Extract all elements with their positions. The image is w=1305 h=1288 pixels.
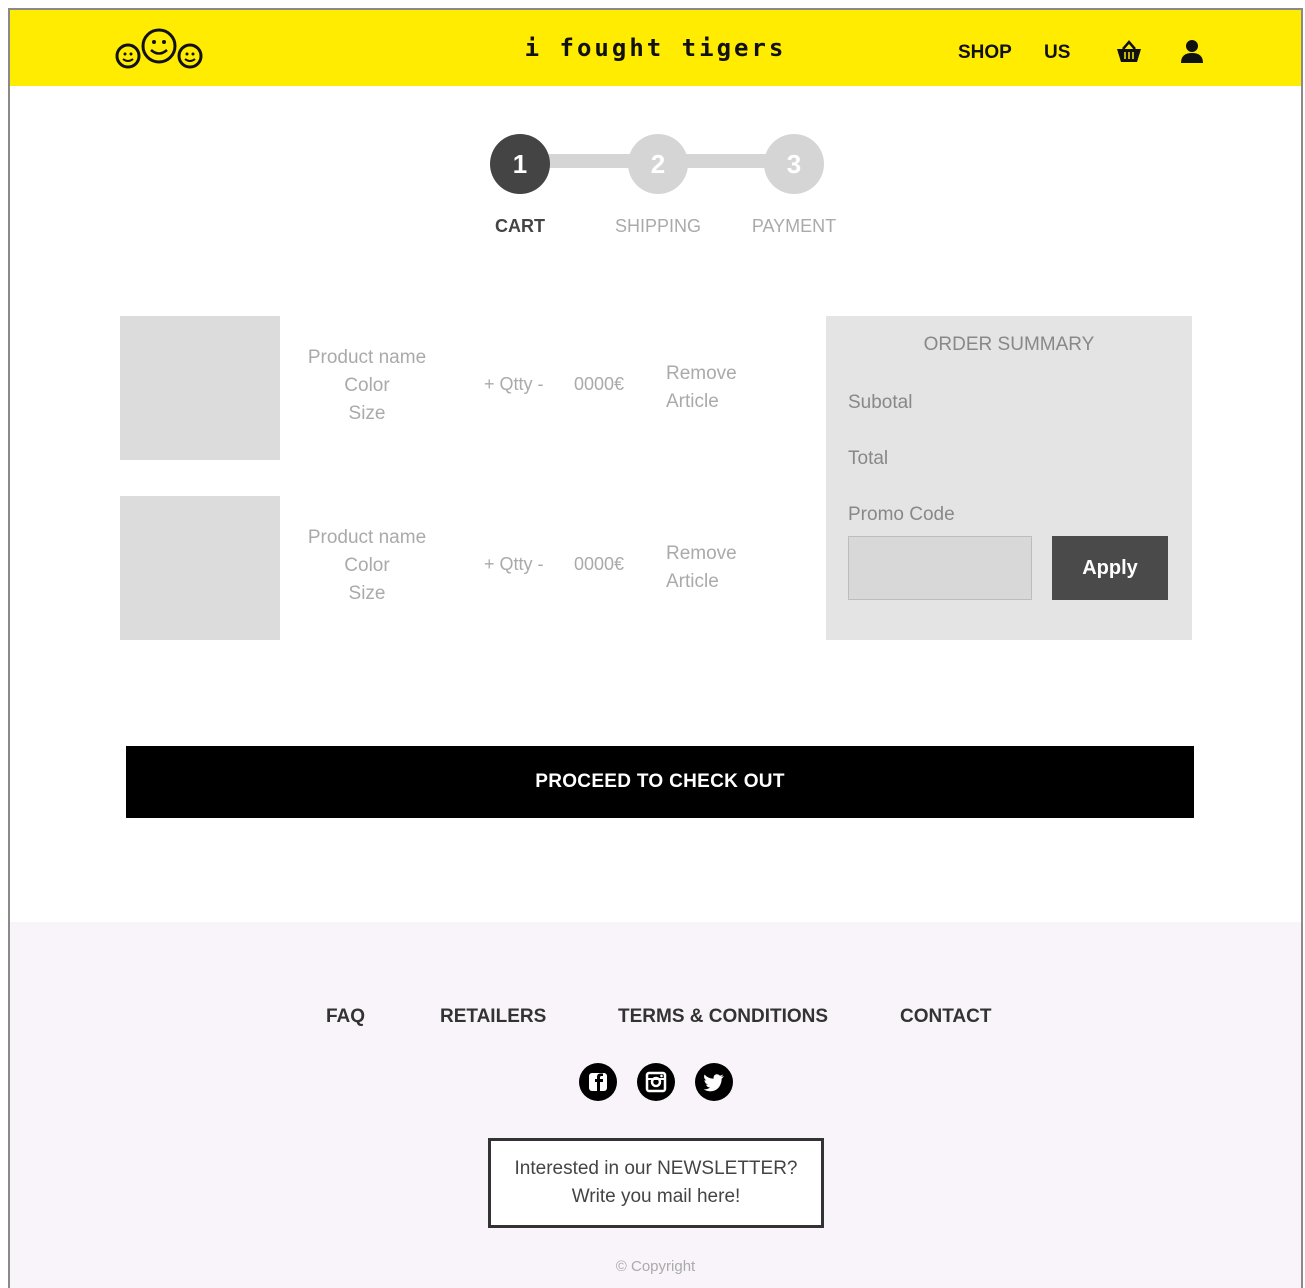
product-details: Product name Color Size	[292, 344, 442, 428]
nav-shop-link[interactable]: SHOP	[958, 42, 1012, 64]
product-size: Size	[348, 403, 386, 424]
footer-faq-link[interactable]: FAQ	[326, 1006, 365, 1028]
step-connector	[686, 154, 776, 168]
product-price: 0000€	[574, 374, 625, 394]
quantity-stepper[interactable]: + Qtty -	[484, 374, 544, 395]
step-3-circle[interactable]: 3	[764, 134, 824, 194]
cart-item: Product name Color Size + Qtty - 0000€ R…	[120, 496, 780, 640]
quantity-stepper[interactable]: + Qtty -	[484, 554, 544, 575]
promo-code-label: Promo Code	[848, 504, 955, 525]
instagram-icon[interactable]	[636, 1062, 676, 1102]
brand-name: i fought tigers	[524, 34, 787, 62]
newsletter-line2: Write you mail here!	[571, 1186, 741, 1207]
product-color: Color	[344, 555, 390, 576]
facebook-icon[interactable]	[578, 1062, 618, 1102]
product-image-placeholder	[120, 496, 280, 640]
remove-article-link[interactable]: Remove Article	[666, 540, 737, 596]
product-size: Size	[348, 583, 386, 604]
product-color: Color	[344, 375, 390, 396]
remove-article-link[interactable]: Remove Article	[666, 360, 737, 416]
footer-retailers-link[interactable]: RETAILERS	[440, 1006, 546, 1028]
step-1-label: CART	[495, 216, 545, 236]
product-name: Product name	[307, 527, 427, 548]
remove-label-line1: Remove	[666, 363, 737, 384]
footer-contact-link[interactable]: CONTACT	[900, 1006, 991, 1028]
product-details: Product name Color Size	[292, 524, 442, 608]
subtotal-label: Subotal	[848, 392, 913, 413]
promo-code-input[interactable]	[848, 536, 1032, 600]
product-price: 0000€	[574, 554, 625, 574]
proceed-to-checkout-button[interactable]: PROCEED TO CHECK OUT	[126, 746, 1194, 818]
step-3-label: PAYMENT	[751, 216, 837, 236]
total-label: Total	[848, 448, 889, 469]
page-frame: i fought tigers SHOP US 1 2 3 CART SHIPP…	[8, 8, 1303, 1288]
product-name: Product name	[307, 347, 427, 368]
newsletter-signup-box[interactable]: Interested in our NEWSLETTER? Write you …	[488, 1138, 824, 1228]
twitter-icon[interactable]	[694, 1062, 734, 1102]
remove-label-line1: Remove	[666, 543, 737, 564]
remove-label-line2: Article	[666, 391, 719, 412]
step-1-circle[interactable]: 1	[490, 134, 550, 194]
footer-terms-link[interactable]: TERMS & CONDITIONS	[618, 1006, 828, 1028]
remove-label-line2: Article	[666, 571, 719, 592]
cart-item: Product name Color Size + Qtty - 0000€ R…	[120, 316, 780, 460]
nav-us-link[interactable]: US	[1044, 42, 1070, 64]
step-2-circle[interactable]: 2	[628, 134, 688, 194]
order-summary-title: ORDER SUMMARY	[923, 334, 1095, 355]
checkout-steps: 1 2 3 CART SHIPPING PAYMENT	[10, 120, 1301, 240]
product-image-placeholder	[120, 316, 280, 460]
user-icon[interactable]	[1180, 39, 1204, 65]
site-footer: FAQ RETAILERS TERMS & CONDITIONS CONTACT…	[10, 922, 1301, 1288]
step-2-label: SHIPPING	[614, 216, 702, 236]
step-connector	[548, 154, 638, 168]
order-summary-panel: ORDER SUMMARY Subotal Total Promo Code A…	[826, 316, 1192, 640]
copyright-text: © Copyright	[615, 1258, 696, 1275]
newsletter-line1: Interested in our NEWSLETTER?	[514, 1158, 798, 1179]
top-header: i fought tigers SHOP US	[10, 10, 1301, 86]
basket-icon[interactable]	[1116, 40, 1142, 64]
apply-promo-button[interactable]: Apply	[1052, 536, 1168, 600]
